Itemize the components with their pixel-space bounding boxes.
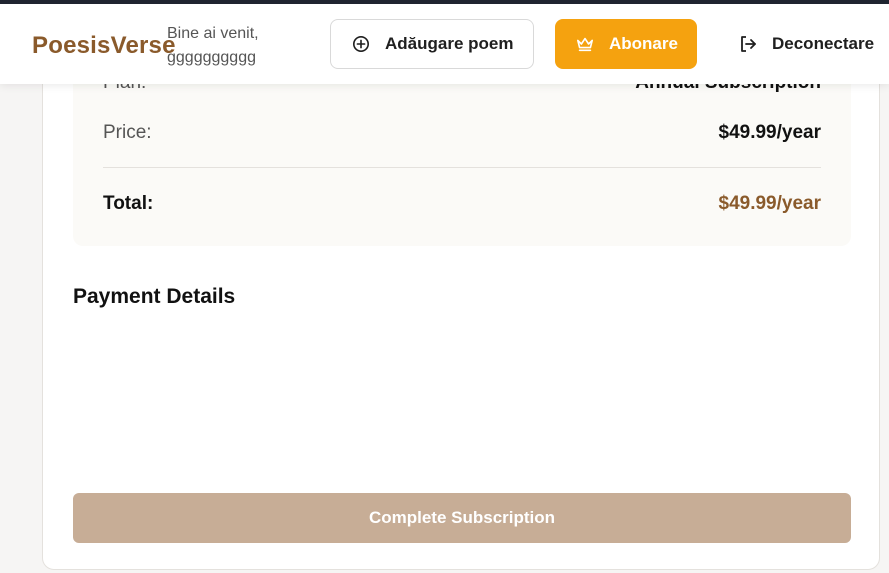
logout-icon [738, 34, 758, 54]
total-row: Total: $49.99/year [103, 193, 821, 215]
payment-details-title: Payment Details [73, 285, 236, 308]
top-navbar: PoesisVerse Bine ai venit, gggggggggg Ad… [0, 4, 889, 84]
subscribe-button[interactable]: Abonare [555, 19, 697, 69]
logout-button[interactable]: Deconectare [722, 19, 889, 69]
welcome-message: Bine ai venit, gggggggggg [167, 22, 259, 70]
complete-subscription-button[interactable]: Complete Subscription [73, 493, 851, 543]
brand-logo[interactable]: PoesisVerse [32, 32, 176, 60]
welcome-username: gggggggggg [167, 49, 256, 66]
page-background [0, 84, 42, 573]
window-top-strip [0, 0, 889, 4]
crown-icon [575, 34, 595, 54]
welcome-greeting: Bine ai venit, [167, 25, 259, 42]
logout-label: Deconectare [772, 34, 875, 53]
add-poem-label: Adăugare poem [385, 34, 514, 53]
plus-circle-icon [351, 34, 371, 54]
subscribe-label: Abonare [609, 34, 678, 53]
total-value: $49.99/year [718, 193, 822, 214]
price-label: Price: [103, 122, 152, 143]
add-poem-button[interactable]: Adăugare poem [330, 19, 534, 69]
total-label: Total: [103, 193, 154, 214]
price-value: $49.99/year [718, 122, 822, 143]
summary-divider [103, 167, 821, 168]
checkout-card: Plan: Annual Subscription Price: $49.99/… [42, 40, 880, 570]
price-row: Price: $49.99/year [103, 122, 821, 144]
